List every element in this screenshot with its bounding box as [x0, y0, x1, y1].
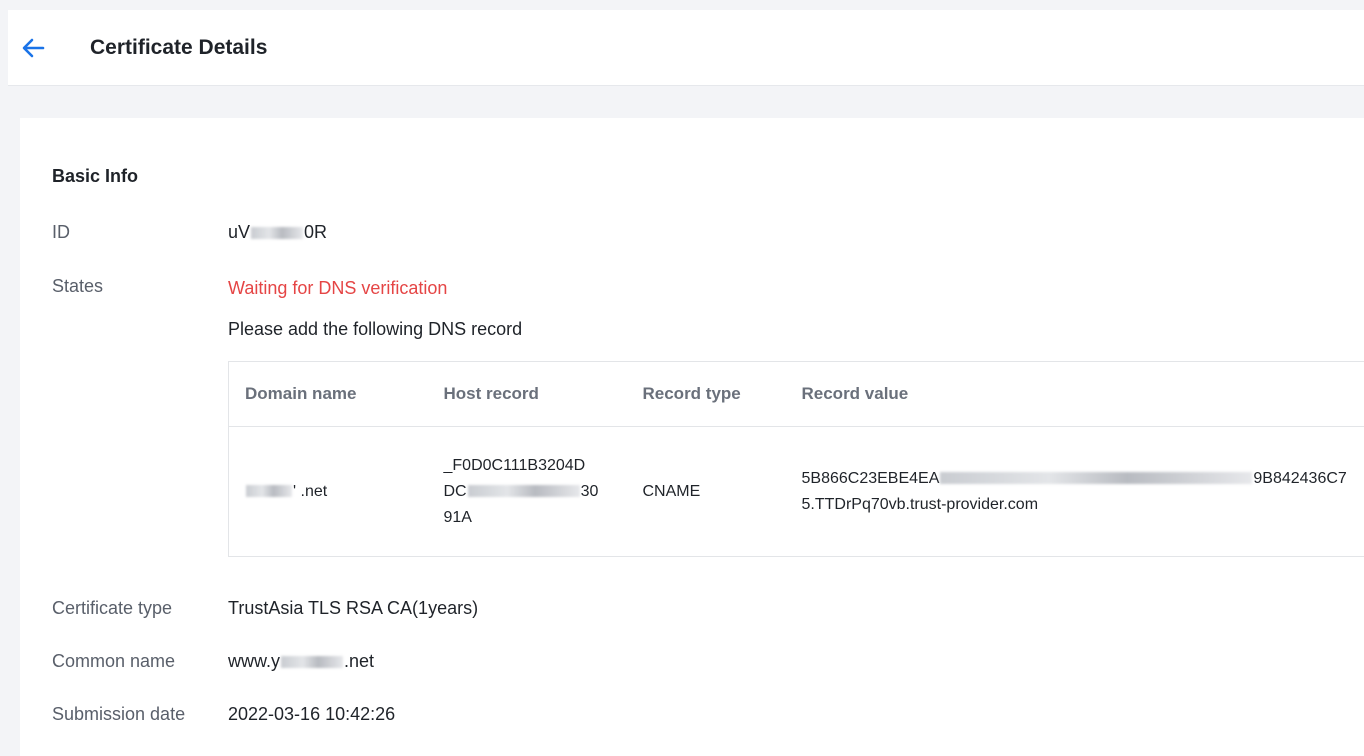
arrow-left-icon: [22, 38, 45, 57]
host-record-cell: _F0D0C111B3204D DC 30 91A: [428, 427, 627, 557]
section-title: Basic Info: [52, 166, 139, 186]
certificate-type-value: TrustAsia TLS RSA CA(1years): [228, 598, 479, 618]
host-record-part: DC: [443, 482, 467, 500]
id-value-end: 0R: [304, 222, 328, 242]
host-record-line: 91A: [443, 508, 472, 526]
domain-name-cell: ' .net: [229, 427, 428, 557]
common-name-start: www.y: [228, 651, 281, 671]
submission-date-label: Submission date: [52, 704, 186, 724]
record-value-part: 9B842436C7: [1253, 469, 1347, 487]
table-row: ' .net _F0D0C111B3204D DC 30 91A CNAME 5B…: [229, 427, 1364, 557]
page-header: Certificate Details: [8, 10, 1364, 86]
redacted-blur: [246, 485, 292, 498]
host-record-line: _F0D0C111B3204D: [443, 456, 586, 474]
id-value: uV 0R: [228, 222, 327, 243]
id-label: ID: [52, 222, 70, 242]
record-value-line: 5.TTDrPq70vb.trust-provider.com: [801, 495, 1039, 513]
states-label: States: [52, 276, 104, 296]
certificate-type-label: Certificate type: [52, 598, 173, 618]
column-header: Record type: [626, 361, 786, 427]
record-value-cell: 5B866C23EBE4EA 9B842436C7 5.TTDrPq70vb.tr…: [786, 427, 1364, 557]
status-text: Waiting for DNS verification: [228, 278, 448, 298]
submission-date-value: 2022-03-16 10:42:26: [228, 704, 396, 724]
column-header: Domain name: [228, 361, 428, 427]
redacted-blur: [281, 656, 344, 669]
back-button[interactable]: [18, 33, 48, 63]
redacted-blur: [467, 485, 580, 498]
basic-info-card: Basic Info ID uV 0R States Waiting for DN…: [20, 118, 1364, 756]
column-header: Host record: [427, 361, 627, 427]
common-name-label: Common name: [52, 651, 176, 671]
domain-suffix: ' .net: [293, 482, 328, 500]
common-name-end: .net: [344, 651, 375, 671]
record-value-part: 5B866C23EBE4EA: [801, 469, 940, 487]
table-header-row: Domain name Host record Record type Reco…: [228, 361, 1364, 427]
record-value-line: 5B866C23EBE4EA 9B842436C7: [802, 466, 1364, 492]
host-record-line: DC 30: [444, 479, 615, 505]
page-title: Certificate Details: [90, 35, 268, 59]
redacted-blur: [251, 227, 304, 240]
id-value-start: uV: [228, 222, 251, 242]
common-name-value: www.y .net: [228, 651, 374, 672]
dns-instruction: Please add the following DNS record: [228, 319, 523, 339]
record-type-cell: CNAME: [642, 482, 701, 500]
host-record-part: 30: [580, 482, 599, 500]
redacted-blur: [940, 472, 1253, 485]
dns-record-table: Domain name Host record Record type Reco…: [228, 361, 1364, 557]
column-header: Record value: [785, 361, 1364, 427]
